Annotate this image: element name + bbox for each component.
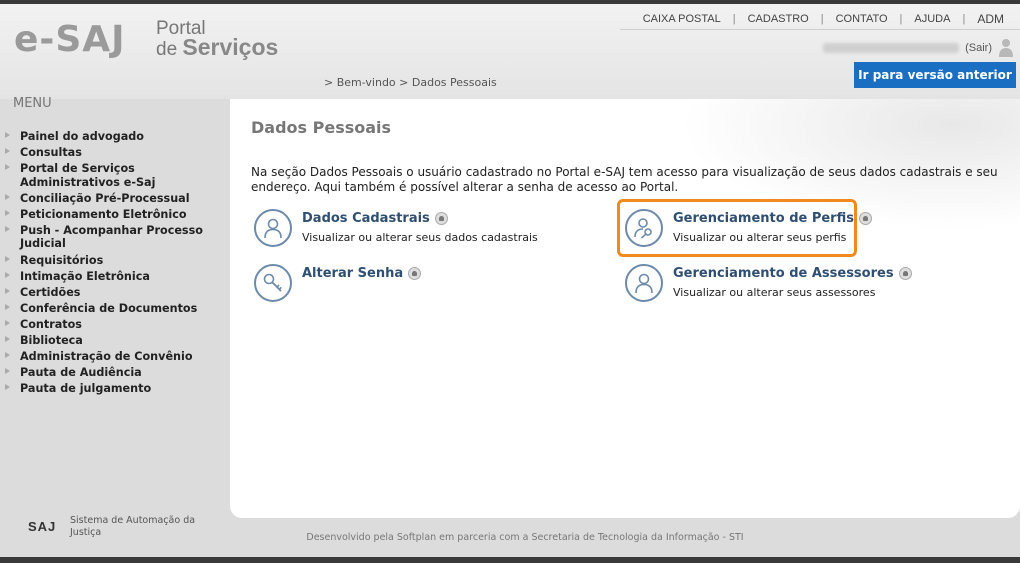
card-description: Visualizar ou alterar seus dados cadastr… (302, 231, 538, 244)
sidebar-item-biblioteca[interactable]: Biblioteca (0, 334, 230, 348)
card-title-text: Dados Cadastrais (302, 211, 430, 226)
sidebar-item-certidoes[interactable]: Certidões (0, 286, 230, 300)
lock-icon (858, 212, 872, 225)
sidebar-item-push[interactable]: Push - Acompanhar Processo Judicial (0, 224, 230, 251)
chevron-right-icon (5, 148, 10, 155)
sidebar-item-convenio[interactable]: Administração de Convênio (0, 350, 230, 364)
logo-portal-text: Portal de Serviços (156, 19, 279, 60)
card-title[interactable]: Gerenciamento de Perfis (673, 211, 872, 226)
logout-link[interactable]: (Sair) (965, 42, 992, 54)
user-line: (Sair) (823, 37, 1014, 59)
nav-caixa-postal[interactable]: CAIXA POSTAL (631, 13, 733, 25)
sidebar-item-label: Conciliação Pré-Processual (20, 191, 190, 205)
chevron-right-icon (5, 132, 10, 138)
lock-icon (408, 267, 422, 280)
sidebar: Painel do advogado Consultas Portal de S… (0, 130, 230, 398)
logo-esaj-text: e-SAJ (14, 19, 126, 60)
nav-adm[interactable]: ADM (965, 12, 1020, 26)
top-navigation: CAIXA POSTAL | CADASTRO | CONTATO | AJUD… (620, 8, 1020, 30)
card-gerenciamento-assessores[interactable]: Gerenciamento de Assessores Visualizar o… (625, 264, 965, 308)
nav-ajuda[interactable]: AJUDA (902, 13, 962, 25)
sidebar-item-label: Intimação Eletrônica (20, 269, 150, 283)
sidebar-item-conciliacao[interactable]: Conciliação Pré-Processual (0, 192, 230, 206)
sidebar-item-label: Painel do advogado (20, 130, 144, 143)
card-alterar-senha[interactable]: Alterar Senha (254, 264, 594, 308)
sidebar-item-label: Peticionamento Eletrônico (20, 207, 187, 221)
lock-icon (434, 212, 448, 225)
chevron-right-icon (5, 384, 10, 391)
previous-version-button[interactable]: Ir para versão anterior (854, 62, 1016, 88)
chevron-right-icon (5, 319, 10, 326)
intro-text: Na seção Dados Pessoais o usuário cadast… (251, 165, 998, 194)
page-title: Dados Pessoais (251, 118, 392, 137)
footer-system-name: Sistema de Automação da Justiça (70, 515, 196, 538)
key-icon (254, 264, 292, 302)
sidebar-item-label: Certidões (20, 285, 81, 299)
user-key-icon (625, 209, 663, 247)
chevron-right-icon (5, 209, 10, 216)
lock-icon (898, 267, 912, 280)
sidebar-item-label: Pauta de julgamento (20, 382, 152, 396)
chevron-right-icon (5, 368, 10, 375)
card-title[interactable]: Alterar Senha (302, 266, 422, 281)
sidebar-item-intimacao[interactable]: Intimação Eletrônica (0, 270, 230, 284)
chevron-right-icon (5, 271, 10, 278)
chevron-right-icon (5, 287, 10, 294)
header: e-SAJ Portal de Serviços CAIXA POSTAL | … (0, 4, 1020, 99)
user-avatar-icon (998, 38, 1014, 58)
chevron-right-icon (5, 255, 10, 262)
footer-developer: Desenvolvido pela Softplan em parceria c… (306, 532, 744, 543)
sidebar-item-conferencia[interactable]: Conferência de Documentos (0, 302, 230, 316)
sidebar-item-consultas[interactable]: Consultas (0, 146, 230, 160)
sidebar-item-painel[interactable]: Painel do advogado (0, 130, 230, 144)
sidebar-item-contratos[interactable]: Contratos (0, 318, 230, 332)
sidebar-item-label: Requisitórios (20, 253, 104, 267)
sidebar-item-label: Conferência de Documentos (20, 301, 198, 315)
sidebar-item-requisitorios[interactable]: Requisitórios (0, 254, 230, 268)
card-title-text: Gerenciamento de Assessores (673, 266, 894, 281)
chevron-right-icon (5, 225, 10, 232)
card-title-text: Alterar Senha (302, 266, 404, 281)
user-icon (625, 264, 663, 302)
chevron-right-icon (5, 164, 10, 171)
card-title[interactable]: Gerenciamento de Assessores (673, 266, 912, 281)
sidebar-item-label: Consultas (20, 146, 82, 160)
nav-cadastro[interactable]: CADASTRO (736, 13, 821, 25)
sidebar-item-label: Contratos (20, 317, 82, 331)
sidebar-item-pauta-audiencia[interactable]: Pauta de Audiência (0, 366, 230, 380)
sidebar-item-label: Portal de Serviços Administrativos e-Saj (20, 162, 156, 189)
nav-contato[interactable]: CONTATO (824, 13, 900, 25)
sidebar-item-label: Biblioteca (20, 334, 83, 348)
chevron-right-icon (5, 303, 10, 310)
sidebar-item-pauta-julgamento[interactable]: Pauta de julgamento (0, 382, 230, 396)
logo-servicos-word: Serviços (182, 34, 279, 60)
sidebar-item-peticionamento[interactable]: Peticionamento Eletrônico (0, 208, 230, 222)
main-content: Dados Pessoais Na seção Dados Pessoais o… (230, 99, 1020, 518)
card-title[interactable]: Dados Cadastrais (302, 211, 448, 226)
footer-saj-logo: SAJ (28, 519, 57, 534)
sidebar-item-portal-servicos[interactable]: Portal de Serviços Administrativos e-Saj (0, 162, 230, 189)
chevron-right-icon (5, 193, 10, 200)
bottom-bar (0, 557, 1020, 563)
chevron-right-icon (5, 336, 10, 343)
card-description: Visualizar ou alterar seus assessores (673, 286, 876, 299)
breadcrumb[interactable]: > Bem-vindo > Dados Pessoais (324, 76, 497, 89)
card-title-text: Gerenciamento de Perfis (673, 211, 854, 226)
card-description: Visualizar ou alterar seus perfis (673, 231, 847, 244)
esaj-logo[interactable]: e-SAJ Portal de Serviços (14, 18, 294, 70)
sidebar-item-label: Pauta de Audiência (20, 366, 142, 380)
chevron-right-icon (5, 352, 10, 359)
user-icon (254, 209, 292, 247)
card-dados-cadastrais[interactable]: Dados Cadastrais Visualizar ou alterar s… (254, 209, 594, 253)
sidebar-item-label: Administração de Convênio (20, 350, 193, 364)
card-gerenciamento-perfis[interactable]: Gerenciamento de Perfis Visualizar ou al… (625, 209, 965, 253)
logo-de-word: de (156, 39, 178, 60)
sidebar-item-label: Push - Acompanhar Processo Judicial (20, 223, 203, 251)
user-name-redacted (823, 43, 960, 53)
menu-title: MENU (13, 96, 52, 111)
